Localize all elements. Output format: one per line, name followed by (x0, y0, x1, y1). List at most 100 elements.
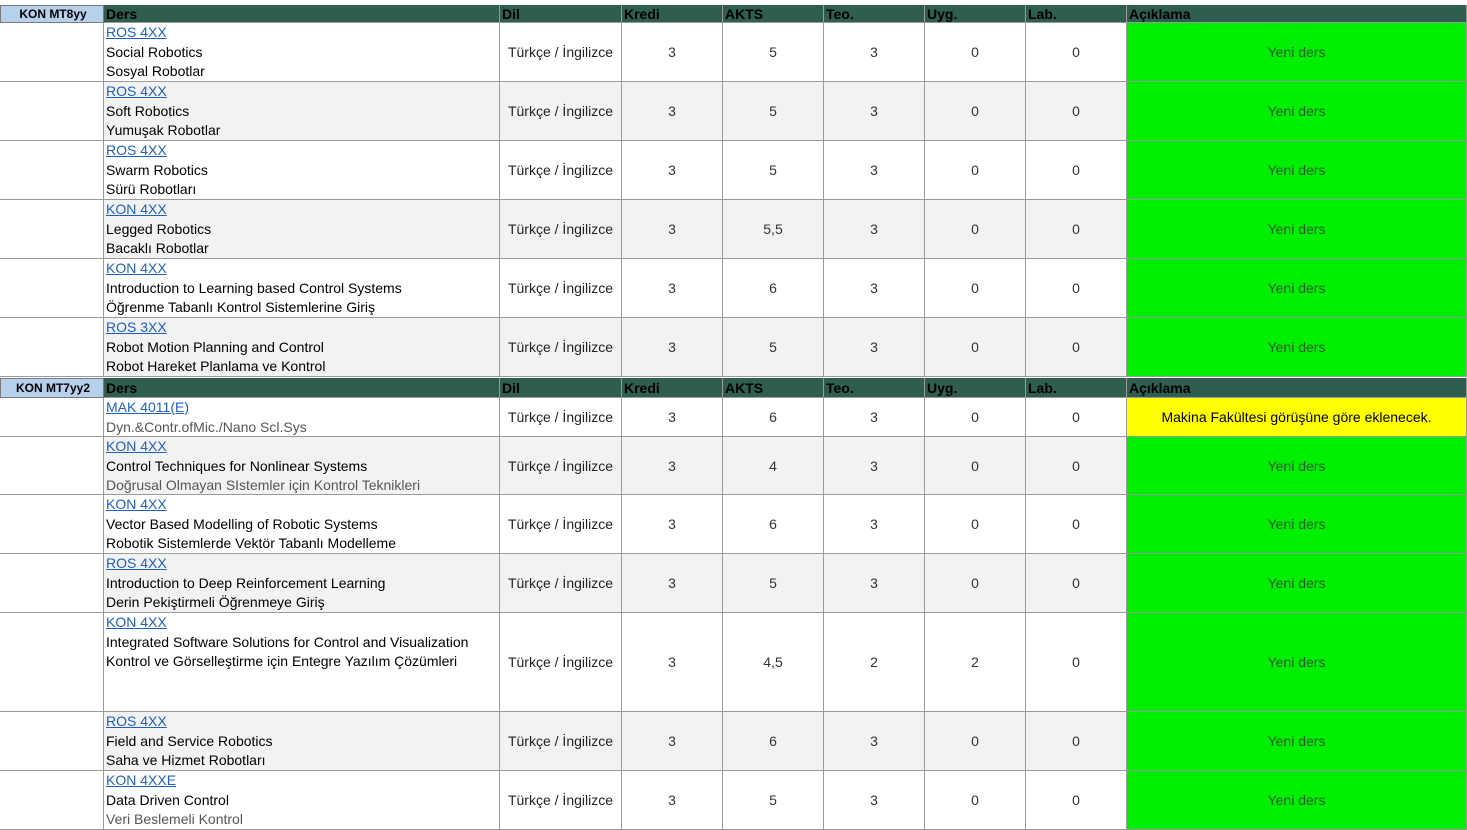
cell-lab[interactable]: 0 (1026, 613, 1127, 712)
header-aciklama[interactable]: Açıklama (1127, 5, 1467, 23)
cell-teo[interactable]: 3 (824, 398, 925, 437)
cell-akts[interactable]: 5 (723, 554, 824, 613)
cell-aciklama[interactable]: Yeni ders (1127, 437, 1467, 495)
course-cell[interactable]: KON 4XXE Data Driven Control Veri Besleme… (104, 771, 500, 830)
row-side-cell[interactable] (0, 82, 104, 141)
header-teo[interactable]: Teo. (824, 5, 925, 23)
cell-aciklama[interactable]: Yeni ders (1127, 613, 1467, 712)
cell-teo[interactable]: 3 (824, 23, 925, 82)
cell-dil[interactable]: Türkçe / İngilizce (500, 771, 622, 830)
cell-kredi[interactable]: 3 (622, 437, 723, 495)
header-dil[interactable]: Dil (500, 378, 622, 398)
cell-kredi[interactable]: 3 (622, 200, 723, 259)
cell-akts[interactable]: 4 (723, 437, 824, 495)
cell-uyg[interactable]: 0 (925, 437, 1026, 495)
cell-lab[interactable]: 0 (1026, 82, 1127, 141)
cell-akts[interactable]: 6 (723, 712, 824, 771)
cell-dil[interactable]: Türkçe / İngilizce (500, 259, 622, 318)
cell-aciklama[interactable]: Yeni ders (1127, 82, 1467, 141)
course-cell[interactable]: MAK 4011(E) Dyn.&Contr.ofMic./Nano Scl.Sy… (104, 398, 500, 437)
cell-uyg[interactable]: 0 (925, 23, 1026, 82)
cell-kredi[interactable]: 3 (622, 495, 723, 554)
cell-dil[interactable]: Türkçe / İngilizce (500, 437, 622, 495)
header-dil[interactable]: Dil (500, 5, 622, 23)
header-kredi[interactable]: Kredi (622, 378, 723, 398)
cell-kredi[interactable]: 3 (622, 712, 723, 771)
course-code-link[interactable]: ROS 4XX (106, 554, 499, 574)
cell-dil[interactable]: Türkçe / İngilizce (500, 712, 622, 771)
cell-akts[interactable]: 5 (723, 82, 824, 141)
course-code-link[interactable]: ROS 4XX (106, 141, 499, 161)
course-cell[interactable]: KON 4XX Vector Based Modelling of Robotic… (104, 495, 500, 554)
cell-dil[interactable]: Türkçe / İngilizce (500, 141, 622, 200)
cell-dil[interactable]: Türkçe / İngilizce (500, 200, 622, 259)
cell-uyg[interactable]: 0 (925, 141, 1026, 200)
course-cell[interactable]: KON 4XX Integrated Software Solutions for… (104, 613, 500, 712)
cell-akts[interactable]: 5,5 (723, 200, 824, 259)
course-code-link[interactable]: MAK 4011(E) (106, 398, 499, 418)
cell-uyg[interactable]: 0 (925, 398, 1026, 437)
cell-teo[interactable]: 3 (824, 200, 925, 259)
cell-aciklama[interactable]: Yeni ders (1127, 318, 1467, 377)
course-cell[interactable]: ROS 4XX Swarm Robotics Sürü Robotları (104, 141, 500, 200)
cell-uyg[interactable]: 0 (925, 200, 1026, 259)
cell-kredi[interactable]: 3 (622, 554, 723, 613)
cell-kredi[interactable]: 3 (622, 318, 723, 377)
cell-aciklama[interactable]: Yeni ders (1127, 200, 1467, 259)
cell-akts[interactable]: 5 (723, 318, 824, 377)
cell-teo[interactable]: 3 (824, 554, 925, 613)
cell-aciklama[interactable]: Makina Fakültesi görüşüne göre eklenecek… (1127, 398, 1467, 437)
cell-aciklama[interactable]: Yeni ders (1127, 554, 1467, 613)
cell-akts[interactable]: 4,5 (723, 613, 824, 712)
cell-akts[interactable]: 6 (723, 398, 824, 437)
cell-akts[interactable]: 5 (723, 141, 824, 200)
course-code-link[interactable]: ROS 3XX (106, 318, 499, 338)
cell-lab[interactable]: 0 (1026, 23, 1127, 82)
cell-teo[interactable]: 3 (824, 712, 925, 771)
course-cell[interactable]: KON 4XX Introduction to Learning based Co… (104, 259, 500, 318)
cell-dil[interactable]: Türkçe / İngilizce (500, 82, 622, 141)
cell-lab[interactable]: 0 (1026, 398, 1127, 437)
cell-uyg[interactable]: 0 (925, 771, 1026, 830)
course-cell[interactable]: ROS 4XX Field and Service Robotics Saha ve… (104, 712, 500, 771)
row-side-cell[interactable] (0, 437, 104, 495)
cell-uyg[interactable]: 0 (925, 495, 1026, 554)
cell-teo[interactable]: 3 (824, 437, 925, 495)
course-cell[interactable]: ROS 4XX Social Robotics Sosyal Robotlar (104, 23, 500, 82)
cell-aciklama[interactable]: Yeni ders (1127, 712, 1467, 771)
course-code-link[interactable]: KON 4XX (106, 613, 499, 633)
cell-kredi[interactable]: 3 (622, 259, 723, 318)
header-teo[interactable]: Teo. (824, 378, 925, 398)
cell-teo[interactable]: 3 (824, 259, 925, 318)
row-side-cell[interactable] (0, 200, 104, 259)
cell-kredi[interactable]: 3 (622, 82, 723, 141)
course-cell[interactable]: KON 4XX Legged Robotics Bacaklı Robotlar (104, 200, 500, 259)
cell-lab[interactable]: 0 (1026, 259, 1127, 318)
header-aciklama[interactable]: Açıklama (1127, 378, 1467, 398)
cell-kredi[interactable]: 3 (622, 141, 723, 200)
row-side-cell[interactable] (0, 712, 104, 771)
row-side-cell[interactable] (0, 259, 104, 318)
row-side-cell[interactable] (0, 318, 104, 377)
section-label[interactable]: KON MT8yy (0, 5, 104, 23)
cell-dil[interactable]: Türkçe / İngilizce (500, 554, 622, 613)
cell-dil[interactable]: Türkçe / İngilizce (500, 23, 622, 82)
cell-lab[interactable]: 0 (1026, 437, 1127, 495)
header-ders[interactable]: Ders (104, 378, 500, 398)
course-code-link[interactable]: KON 4XX (106, 200, 499, 220)
header-akts[interactable]: AKTS (723, 378, 824, 398)
cell-teo[interactable]: 3 (824, 141, 925, 200)
cell-teo[interactable]: 3 (824, 495, 925, 554)
cell-uyg[interactable]: 0 (925, 259, 1026, 318)
row-side-cell[interactable] (0, 771, 104, 830)
course-code-link[interactable]: ROS 4XX (106, 23, 499, 43)
course-cell[interactable]: KON 4XX Control Techniques for Nonlinear … (104, 437, 500, 495)
cell-dil[interactable]: Türkçe / İngilizce (500, 398, 622, 437)
cell-uyg[interactable]: 0 (925, 712, 1026, 771)
header-akts[interactable]: AKTS (723, 5, 824, 23)
cell-uyg[interactable]: 0 (925, 554, 1026, 613)
header-kredi[interactable]: Kredi (622, 5, 723, 23)
section-label[interactable]: KON MT7yy2 (0, 378, 104, 398)
course-code-link[interactable]: KON 4XX (106, 437, 499, 457)
course-code-link[interactable]: ROS 4XX (106, 82, 499, 102)
